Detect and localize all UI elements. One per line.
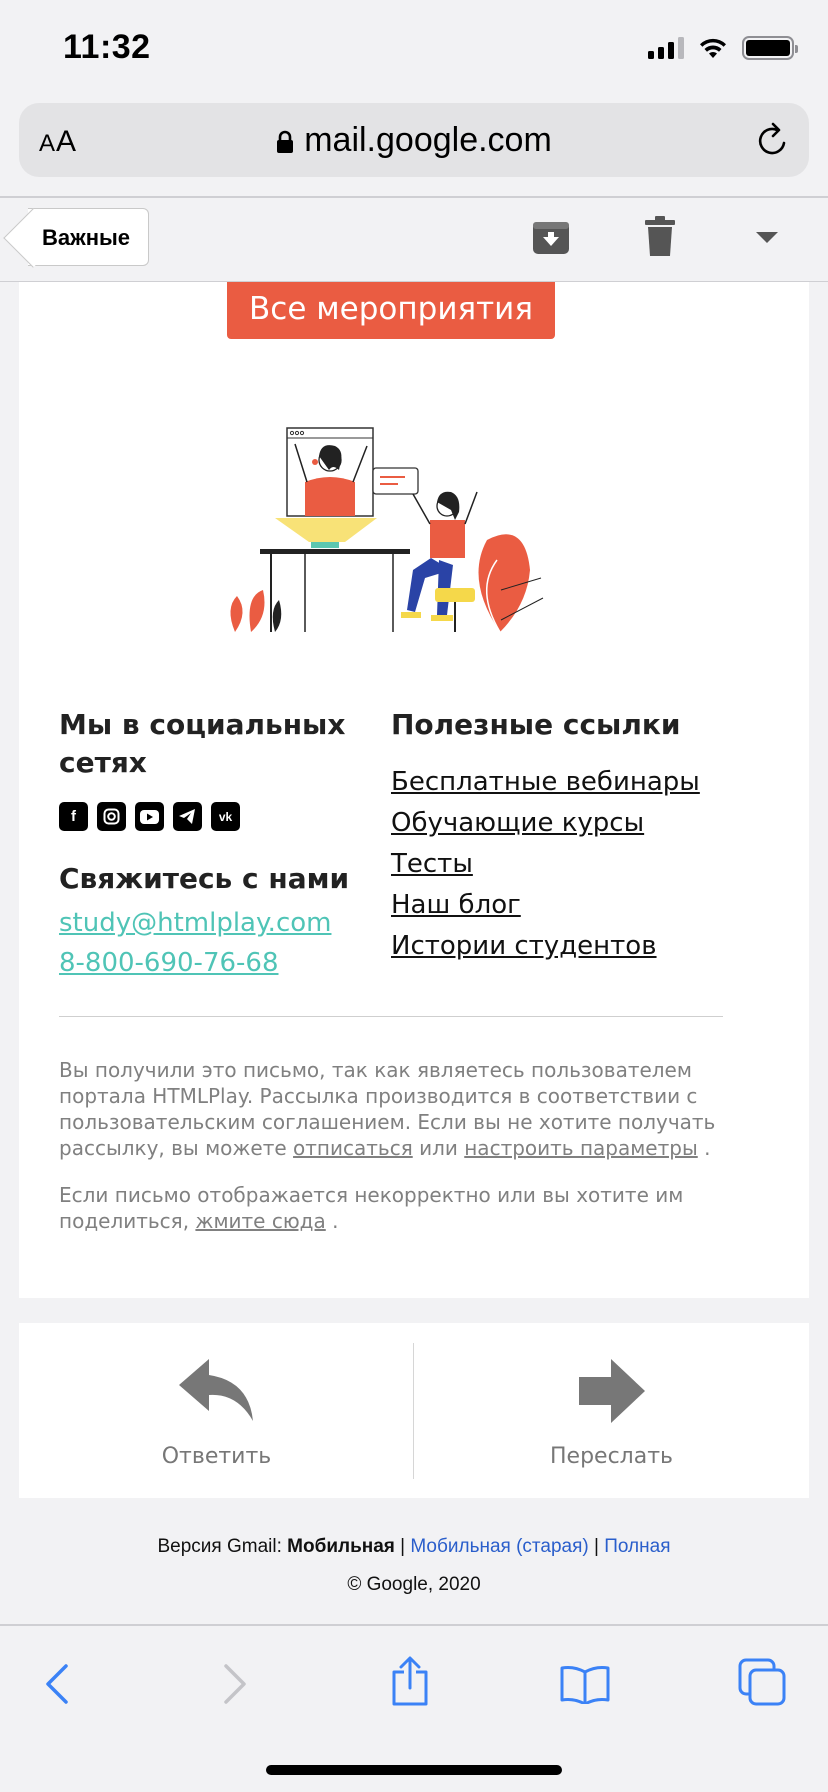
version-current: Мобильная (287, 1536, 395, 1557)
url-text: mail.google.com (304, 121, 552, 159)
version-full-link[interactable]: Полная (604, 1536, 670, 1557)
address-bar[interactable]: AA mail.google.com (19, 103, 809, 177)
section-divider (59, 1016, 723, 1017)
link-tests[interactable]: Тесты (391, 844, 700, 885)
reply-button[interactable]: Ответить (19, 1323, 414, 1498)
bookmarks-icon[interactable] (560, 1664, 610, 1704)
facebook-icon[interactable]: f (59, 802, 88, 831)
telegram-icon[interactable] (173, 802, 202, 831)
trash-icon[interactable] (644, 216, 676, 258)
version-old-link[interactable]: Мобильная (старая) (410, 1536, 588, 1557)
all-events-button[interactable]: Все мероприятия (227, 282, 555, 339)
social-icons: f vk (59, 802, 240, 831)
reload-icon[interactable] (755, 121, 791, 159)
contact-email-link[interactable]: study@htmlplay.com (59, 908, 331, 938)
settings-link[interactable]: настроить параметры (464, 1136, 698, 1160)
video-call-illustration (230, 427, 544, 633)
status-time: 11:32 (63, 28, 151, 66)
home-indicator (266, 1765, 562, 1775)
link-student-stories[interactable]: Истории студентов (391, 926, 700, 967)
lock-icon (277, 130, 294, 154)
unsubscribe-link[interactable]: отписаться (293, 1136, 413, 1160)
wifi-icon (700, 38, 726, 58)
forward-button[interactable]: Переслать (414, 1323, 809, 1498)
gmail-version-footer: Версия Gmail: Мобильная | Мобильная (ста… (157, 1536, 671, 1557)
unsubscribe-notice: Вы получили это письмо, так как являетес… (59, 1058, 716, 1160)
email-body: Все мероприятия Мы в социальных сетях f … (19, 282, 809, 1298)
forward-icon (578, 1359, 645, 1423)
forward-nav-icon[interactable] (222, 1662, 248, 1706)
contact-phone-link[interactable]: 8-800-690-76-68 (59, 948, 279, 978)
back-icon[interactable] (44, 1662, 70, 1706)
link-webinars[interactable]: Бесплатные вебинары (391, 762, 700, 803)
cellular-signal-icon (648, 37, 684, 59)
status-icons (648, 36, 798, 60)
gmail-toolbar: Важные (0, 198, 828, 282)
share-icon[interactable] (390, 1656, 430, 1706)
url-display[interactable]: mail.google.com (19, 121, 809, 160)
reply-forward-bar: Ответить Переслать (19, 1323, 809, 1498)
contact-section-title: Свяжитесь с нами (59, 862, 350, 895)
more-dropdown-icon[interactable] (756, 232, 778, 243)
view-online-notice: Если письмо отображается некорректно или… (59, 1183, 684, 1233)
instagram-icon[interactable] (97, 802, 126, 831)
youtube-icon[interactable] (135, 802, 164, 831)
link-courses[interactable]: Обучающие курсы (391, 803, 700, 844)
view-online-link[interactable]: жмите сюда (195, 1209, 325, 1233)
archive-icon[interactable] (532, 218, 570, 256)
reply-icon (178, 1359, 253, 1421)
tabs-icon[interactable] (738, 1658, 786, 1706)
copyright: © Google, 2020 (347, 1574, 481, 1595)
status-bar: 11:32 (0, 0, 828, 96)
vk-icon[interactable]: vk (211, 802, 240, 831)
useful-links-list: Бесплатные вебинары Обучающие курсы Тест… (391, 762, 700, 967)
link-blog[interactable]: Наш блог (391, 885, 700, 926)
useful-links-title: Полезные ссылки (391, 708, 681, 741)
back-to-label-button[interactable]: Важные (28, 208, 150, 266)
social-section-title: Мы в социальных сетях (59, 708, 346, 779)
battery-icon (742, 36, 798, 60)
